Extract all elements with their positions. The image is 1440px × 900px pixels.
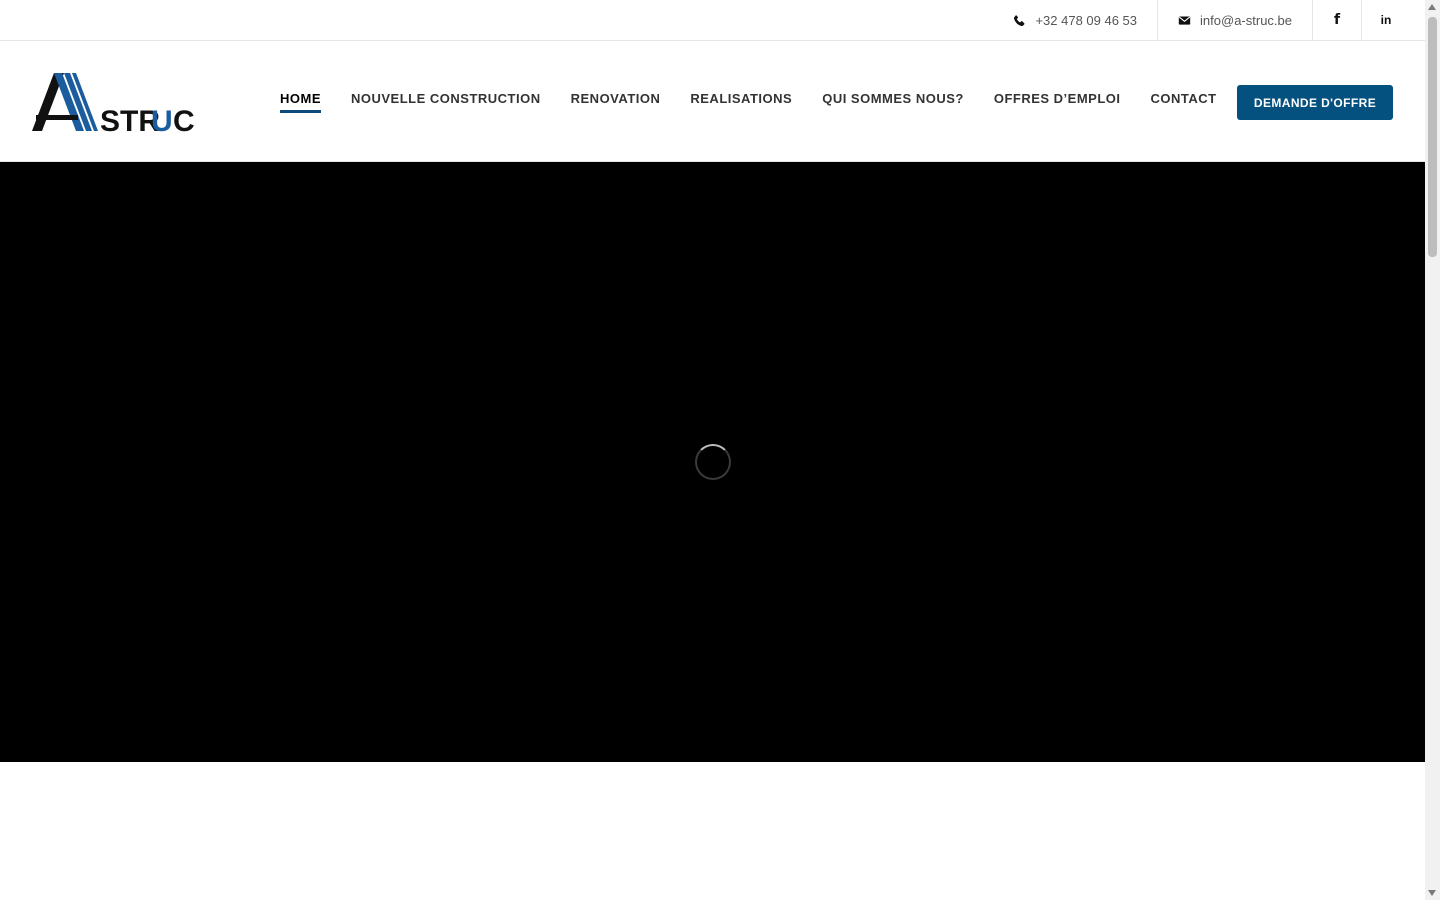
nav-item-nouvelle-construction[interactable]: NOUVELLE CONSTRUCTION: [351, 91, 541, 115]
main-nav: HOME NOUVELLE CONSTRUCTION RENOVATION RE…: [280, 91, 1247, 115]
scrollbar-thumb[interactable]: [1428, 17, 1437, 257]
top-bar: +32 478 09 46 53 info@a-struc.be f in: [0, 0, 1425, 41]
nav-item-qui-sommes-nous[interactable]: QUI SOMMES NOUS?: [822, 91, 964, 115]
nav-item-home[interactable]: HOME: [280, 91, 321, 115]
email-link[interactable]: info@a-struc.be: [1157, 0, 1312, 40]
linkedin-link[interactable]: in: [1361, 0, 1410, 40]
facebook-link[interactable]: f: [1312, 0, 1361, 40]
envelope-icon: [1178, 14, 1191, 27]
scroll-up-arrow-icon[interactable]: [1428, 4, 1436, 10]
request-quote-button[interactable]: DEMANDE D'OFFRE: [1237, 85, 1393, 120]
facebook-icon: f: [1333, 12, 1341, 28]
site-header: STR U C HOME NOUVELLE CONSTRUCTION RENOV…: [0, 41, 1425, 162]
nav-item-realisations[interactable]: REALISATIONS: [690, 91, 792, 115]
page: +32 478 09 46 53 info@a-struc.be f in ST…: [0, 0, 1425, 900]
logo-text-u: U: [151, 105, 173, 133]
nav-item-offres-emploi[interactable]: OFFRES D’EMPLOI: [994, 91, 1121, 115]
nav-item-renovation[interactable]: RENOVATION: [571, 91, 661, 115]
linkedin-icon: in: [1380, 13, 1392, 27]
email-address: info@a-struc.be: [1200, 12, 1292, 28]
logo-text-c: C: [173, 105, 195, 133]
phone-number: +32 478 09 46 53: [1035, 12, 1138, 28]
logo-graphic: STR U C: [32, 73, 195, 138]
phone-link[interactable]: +32 478 09 46 53: [993, 0, 1157, 40]
page-scrollbar[interactable]: [1425, 0, 1440, 900]
scroll-down-arrow-icon[interactable]: [1428, 890, 1436, 896]
nav-item-contact[interactable]: CONTACT: [1151, 91, 1217, 115]
hero-video[interactable]: [0, 162, 1425, 762]
top-bar-contacts: +32 478 09 46 53 info@a-struc.be f in: [993, 0, 1410, 40]
site-logo[interactable]: STR U C: [32, 71, 197, 138]
phone-icon: [1013, 14, 1026, 27]
loading-spinner-icon: [695, 444, 731, 480]
